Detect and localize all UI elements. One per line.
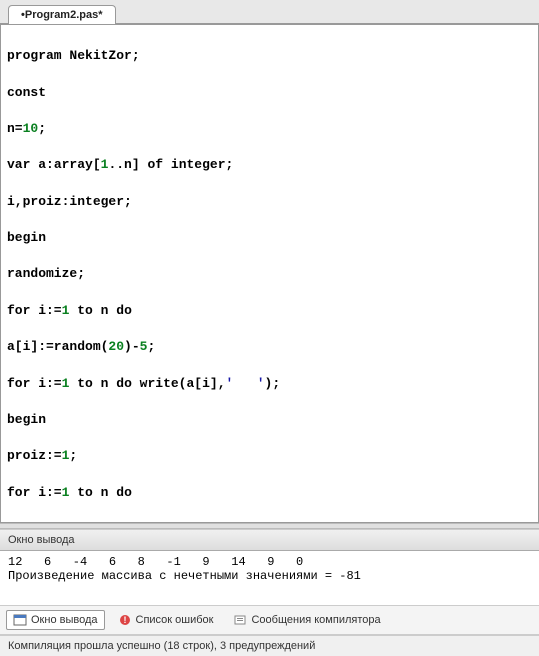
tab-output-window[interactable]: Окно вывода (6, 610, 105, 630)
kw: do (116, 376, 132, 391)
kw: begin (7, 230, 46, 245)
ident: NekitZor; (62, 48, 140, 63)
kw: begin (7, 412, 46, 427)
kw: for (7, 376, 30, 391)
output-panel-header: Окно вывода (0, 529, 539, 551)
ident: i:= (30, 485, 61, 500)
punct: ; (124, 194, 132, 209)
kw: program (7, 48, 62, 63)
kw: for (7, 303, 30, 318)
output-window-icon (13, 613, 27, 627)
ident: i:= (30, 303, 61, 318)
kw: to (77, 376, 93, 391)
status-bar: Компиляция прошла успешно (18 строк), 3 … (0, 635, 539, 656)
ident: ..n] (108, 157, 147, 172)
kw: do (116, 485, 132, 500)
output-line: 12 6 -4 6 8 -1 9 14 9 0 (8, 555, 303, 569)
kw: const (7, 85, 46, 100)
ident: n (93, 485, 116, 500)
tab-error-list[interactable]: ! Список ошибок (111, 610, 221, 630)
punct: [ (93, 157, 101, 172)
ident: n= (7, 121, 23, 136)
type: integer (171, 157, 226, 172)
kw: of (147, 157, 163, 172)
code-editor[interactable]: program NekitZor; const n=10; var a:arra… (0, 24, 539, 523)
str: ' ' (226, 376, 265, 391)
kw: do (116, 303, 132, 318)
kw: array (54, 157, 93, 172)
num: 20 (108, 339, 124, 354)
file-tab[interactable]: •Program2.pas* (8, 5, 116, 24)
punct: )- (124, 339, 140, 354)
kw: to (77, 485, 93, 500)
tab-label: Окно вывода (31, 614, 98, 626)
punct: ; (69, 448, 77, 463)
ident: a: (30, 157, 53, 172)
kw: to (77, 303, 93, 318)
ident: a[i]:=random( (7, 339, 108, 354)
tab-bar: •Program2.pas* (0, 0, 539, 24)
tab-compiler-messages[interactable]: Сообщения компилятора (226, 610, 387, 630)
compiler-messages-icon (233, 613, 247, 627)
type: integer (69, 194, 124, 209)
ident: n (93, 303, 116, 318)
punct: ; (147, 339, 155, 354)
ident: proiz:= (7, 448, 62, 463)
ident: n (93, 376, 116, 391)
punct: ); (265, 376, 281, 391)
num: 10 (23, 121, 39, 136)
punct: ; (226, 157, 234, 172)
ident: write(a[i], (132, 376, 226, 391)
svg-text:!: ! (123, 615, 126, 625)
output-panel-body[interactable]: 12 6 -4 6 8 -1 9 14 9 0 Произведение мас… (0, 551, 539, 605)
kw: for (7, 485, 30, 500)
sp (163, 157, 171, 172)
ident: i:= (30, 376, 61, 391)
tab-label: Список ошибок (136, 614, 214, 626)
tab-label: Сообщения компилятора (251, 614, 380, 626)
output-line: Произведение массива с нечетными значени… (8, 569, 361, 583)
kw: var (7, 157, 30, 172)
punct: ; (38, 121, 46, 136)
ident: i,proiz: (7, 194, 69, 209)
error-list-icon: ! (118, 613, 132, 627)
ident: randomize; (7, 266, 85, 281)
bottom-tab-bar: Окно вывода ! Список ошибок Сообщения ко… (0, 605, 539, 635)
